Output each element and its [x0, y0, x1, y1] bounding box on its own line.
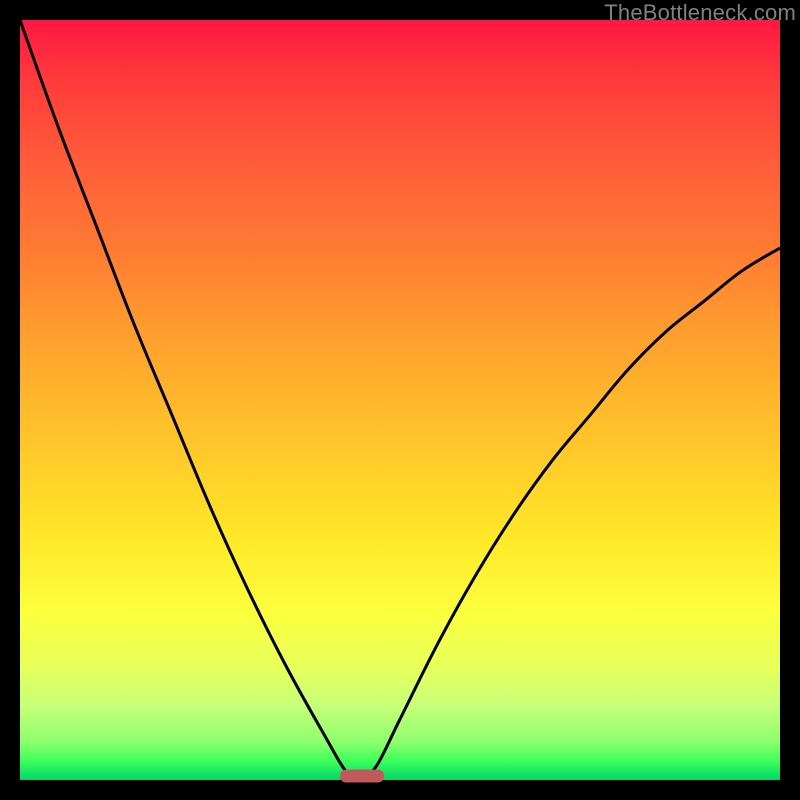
bottleneck-curve: [20, 20, 780, 780]
curve-left-branch: [20, 20, 362, 780]
curve-right-branch: [362, 248, 780, 780]
chart-frame: [20, 20, 780, 780]
optimum-marker: [340, 770, 384, 783]
